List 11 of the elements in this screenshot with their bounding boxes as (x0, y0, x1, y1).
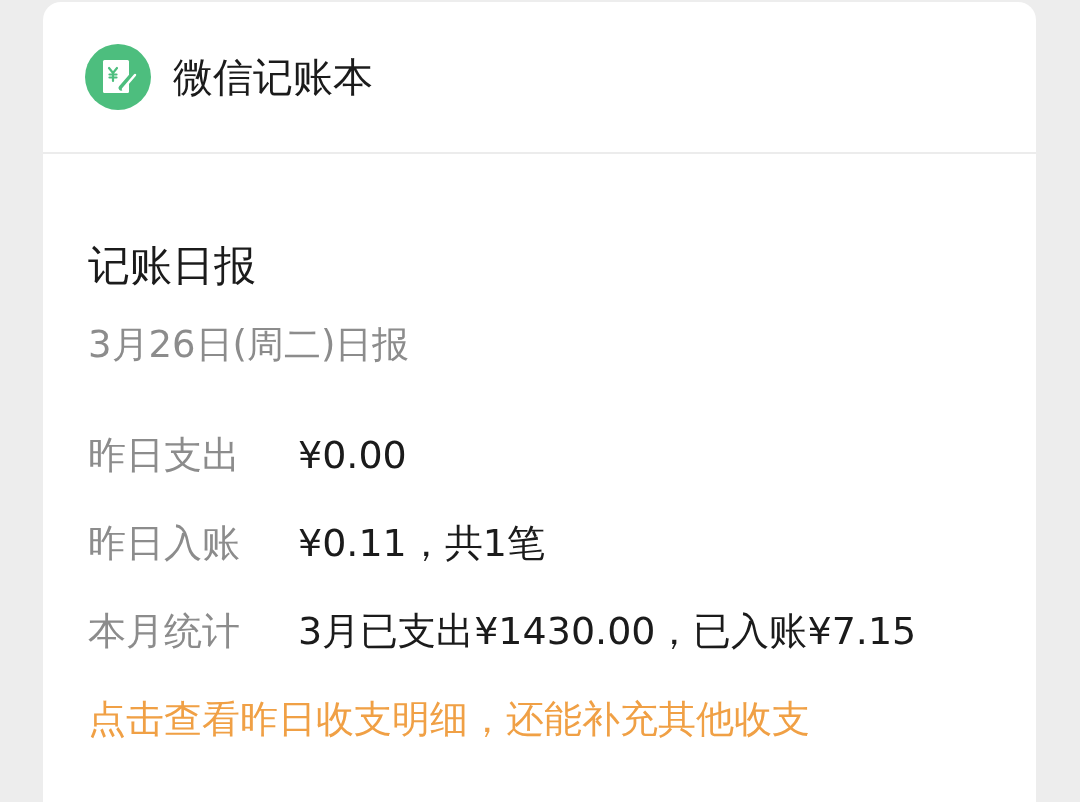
stat-label: 本月统计 (88, 608, 241, 655)
report-date: 3月26日(周二)日报 (88, 322, 411, 368)
stat-value: ¥0.00 (298, 432, 408, 479)
stat-value: 3月已支出¥1430.00，已入账¥7.15 (298, 608, 918, 655)
stat-label: 昨日入账 (88, 520, 241, 567)
stat-label: 昨日支出 (88, 432, 241, 479)
details-link[interactable]: 点击查看昨日收支明细，还能补充其他收支 (88, 694, 810, 744)
app-title: 微信记账本 (173, 53, 373, 102)
report-title: 记账日报 (88, 240, 257, 292)
stat-value: ¥0.11，共1笔 (298, 520, 546, 567)
note-pen-icon (85, 44, 151, 110)
